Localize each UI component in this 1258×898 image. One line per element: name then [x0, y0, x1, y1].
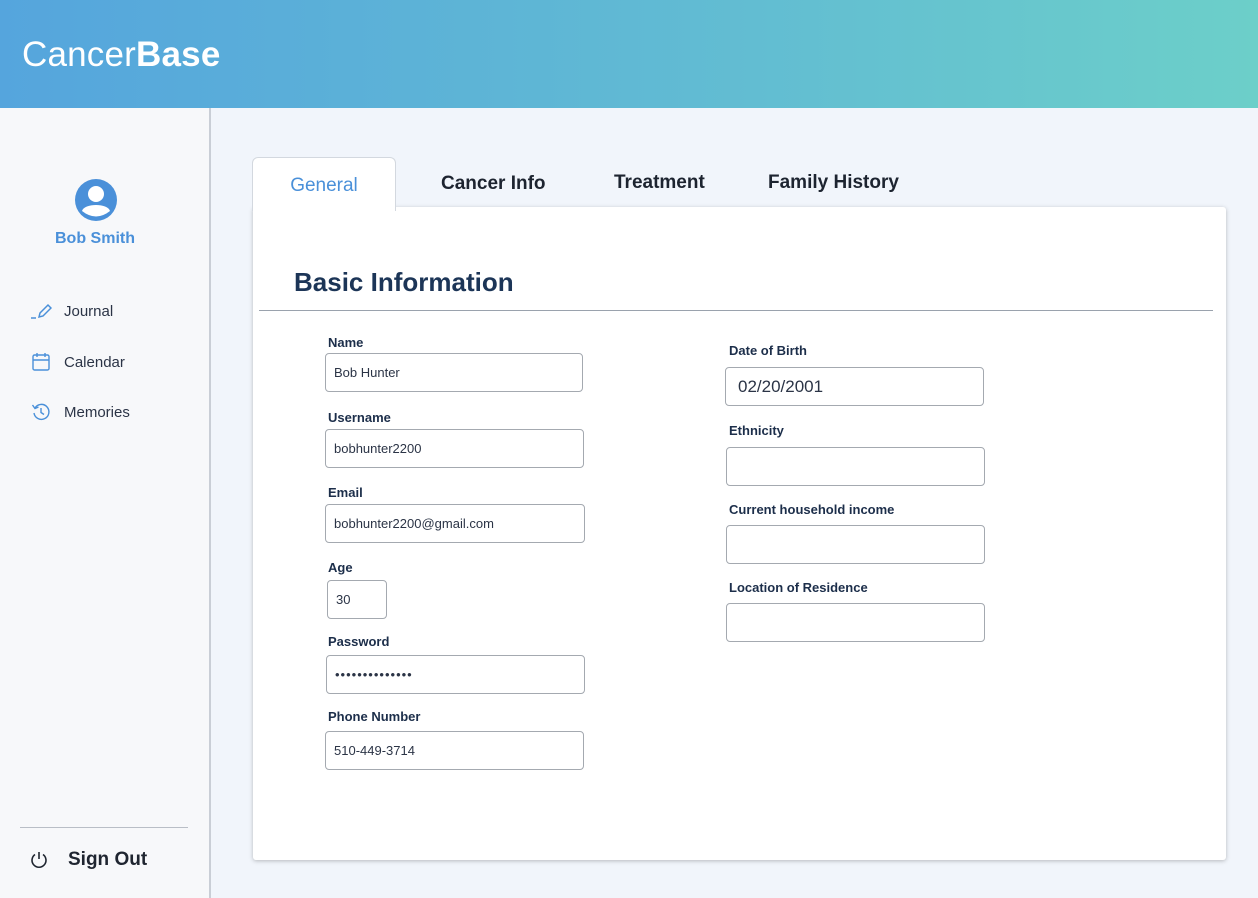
password-input[interactable] — [326, 655, 585, 694]
sidebar-item-label: Calendar — [64, 353, 125, 371]
age-input[interactable] — [327, 580, 387, 619]
location-label: Location of Residence — [729, 580, 868, 595]
brand-logo[interactable]: CancerBase — [22, 35, 221, 75]
email-label: Email — [328, 485, 363, 500]
sidebar-item-label: Memories — [64, 403, 130, 421]
dob-input[interactable] — [725, 367, 984, 406]
tab-general[interactable]: General — [252, 157, 396, 211]
password-label: Password — [328, 634, 390, 649]
sidebar: Bob Smith Journal Calendar Memories Sign… — [0, 108, 211, 898]
tab-label: General — [290, 175, 358, 196]
ethnicity-label: Ethnicity — [729, 423, 784, 438]
power-icon — [28, 849, 50, 871]
sidebar-divider — [20, 827, 188, 828]
section-title: Basic Information — [294, 267, 514, 297]
history-icon — [30, 401, 52, 423]
name-input[interactable] — [325, 353, 583, 392]
income-input[interactable] — [726, 525, 985, 564]
sidebar-item-memories[interactable]: Memories — [30, 400, 130, 424]
sidebar-item-label: Journal — [64, 302, 114, 320]
pencil-icon — [30, 300, 52, 322]
sidebar-item-calendar[interactable]: Calendar — [30, 350, 125, 374]
username-input[interactable] — [325, 429, 584, 468]
tab-family-history[interactable]: Family History — [768, 172, 899, 194]
ethnicity-input[interactable] — [726, 447, 985, 486]
sign-out-label: Sign Out — [68, 849, 148, 870]
sign-out-button[interactable]: Sign Out — [28, 849, 147, 871]
sidebar-item-journal[interactable]: Journal — [30, 299, 113, 323]
user-avatar-icon[interactable] — [74, 178, 118, 222]
income-label: Current household income — [729, 502, 895, 517]
form-card: Basic Information Name Username Email Ag… — [253, 207, 1226, 860]
calendar-icon — [30, 351, 52, 373]
name-label: Name — [328, 335, 364, 350]
email-input[interactable] — [325, 504, 585, 543]
username-label: Username — [328, 410, 391, 425]
section-divider — [259, 310, 1213, 311]
tab-cancer-info[interactable]: Cancer Info — [441, 173, 546, 195]
phone-input[interactable] — [325, 731, 584, 770]
user-name: Bob Smith — [55, 230, 135, 247]
location-input[interactable] — [726, 603, 985, 642]
age-label: Age — [328, 560, 353, 575]
app-header: CancerBase — [0, 0, 1258, 108]
dob-label: Date of Birth — [729, 343, 807, 358]
phone-label: Phone Number — [328, 709, 421, 724]
tab-treatment[interactable]: Treatment — [614, 172, 705, 194]
